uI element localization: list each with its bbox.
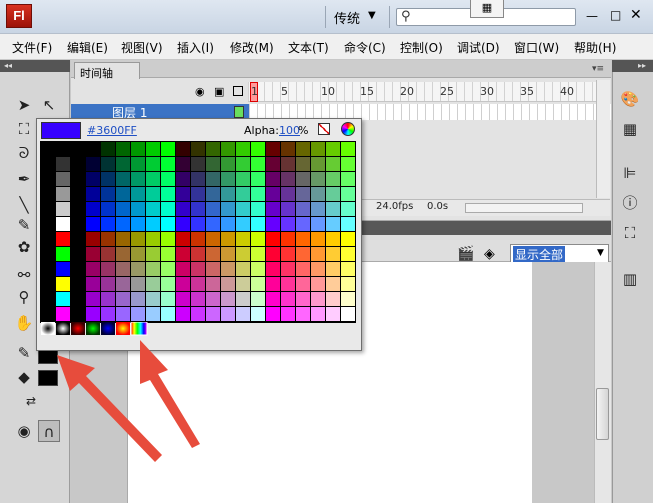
annotation-arrow [140,340,200,448]
annotation-arrows [57,340,200,462]
